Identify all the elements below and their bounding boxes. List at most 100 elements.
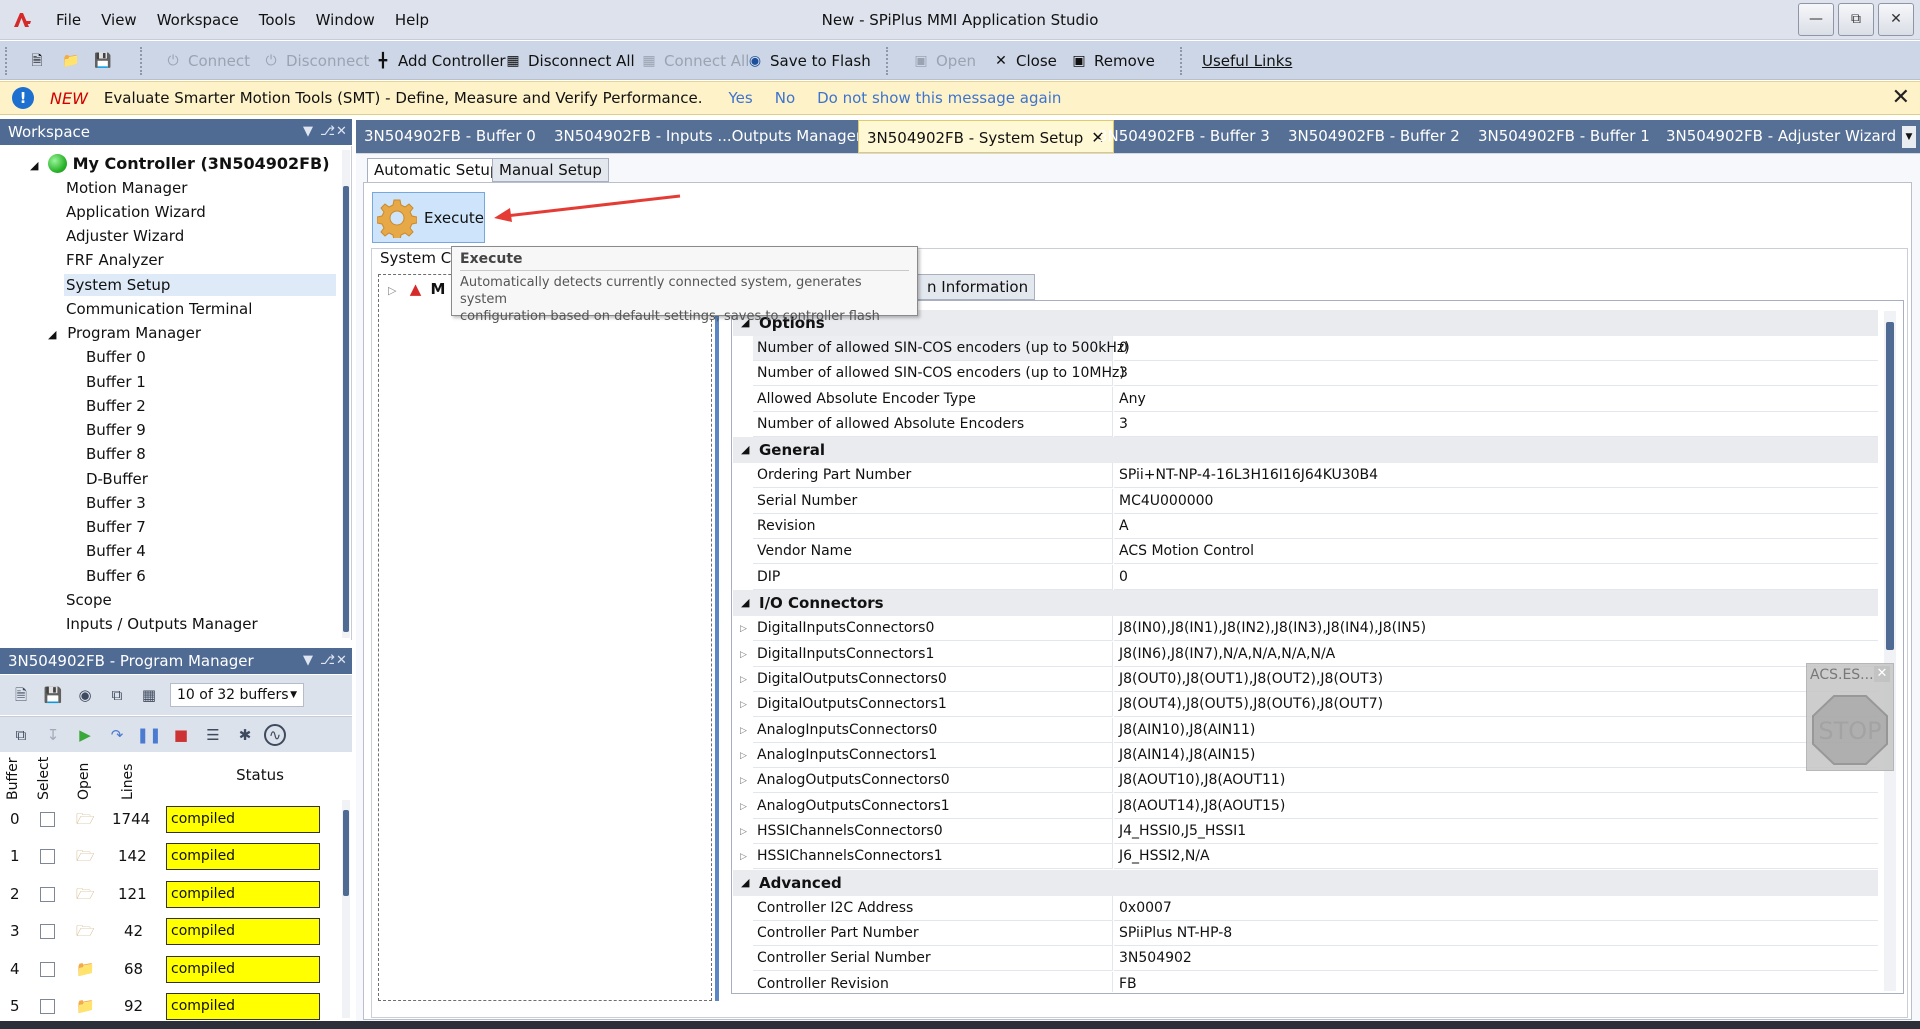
tree-item-buffer[interactable]: Buffer 2 (86, 395, 146, 417)
buffer-count-select[interactable]: 10 of 32 buffers (170, 683, 304, 707)
expand-arrow-icon[interactable]: ▷ (740, 795, 747, 819)
property-value[interactable]: 3 (1114, 412, 1878, 438)
tab-overflow-icon[interactable]: ▼ (1902, 126, 1916, 148)
property-grid-scrollbar-thumb[interactable] (1886, 322, 1894, 650)
tree-item-system-setup[interactable]: System Setup (64, 274, 336, 296)
step-icon[interactable]: ↷ (104, 722, 130, 748)
panel-splitter[interactable] (715, 268, 719, 1001)
property-value[interactable]: J4_HSSI0,J5_HSSI1 (1114, 819, 1878, 844)
property-row[interactable]: ▷ AnalogInputsConnectors1 J8(AIN14),J8(AIN… (733, 742, 1878, 768)
property-row[interactable]: ▷ AnalogOutputsConnectors1 J8(AOUT14),J8(A… (733, 793, 1878, 819)
property-row[interactable]: ▷ DigitalInputsConnectors0 J8(IN0),J8(IN1)… (733, 616, 1878, 642)
collapse-arrow-icon[interactable]: ◢ (48, 328, 56, 341)
restore-button[interactable]: ⧉ (1838, 3, 1874, 36)
close-window-button[interactable]: ✕ (1878, 3, 1914, 36)
select-checkbox[interactable] (40, 887, 55, 902)
tree-item-buffer[interactable]: Buffer 7 (86, 516, 146, 538)
expand-arrow-icon[interactable]: ▷ (740, 643, 747, 667)
property-row[interactable]: Number of allowed SIN-COS encoders (up t… (733, 336, 1878, 361)
property-row[interactable]: Vendor Name ACS Motion Control (733, 539, 1878, 565)
useful-links-button[interactable]: Useful Links (1198, 47, 1296, 75)
property-category[interactable]: ◢ General (733, 437, 1878, 464)
compile-icon[interactable]: ⧉ (8, 722, 34, 748)
expand-arrow-icon[interactable]: ▷ (740, 769, 747, 793)
property-category[interactable]: ◢ Advanced (733, 869, 1878, 896)
close-icon[interactable]: ✕ (1874, 666, 1890, 682)
tab-manual-setup[interactable]: Manual Setup (492, 158, 609, 182)
tab-buffer-0[interactable]: 3N504902FB - Buffer 0 (356, 120, 544, 153)
buffers-icon[interactable]: ▦ (136, 682, 162, 708)
menu-help[interactable]: Help (385, 0, 439, 40)
toolbar-grip[interactable] (1180, 47, 1186, 75)
toolbar-grip[interactable] (5, 47, 11, 75)
property-row[interactable]: Allowed Absolute Encoder Type Any (733, 386, 1878, 412)
save-to-flash-button[interactable]: ◉ Save to Flash (742, 47, 875, 75)
property-value[interactable]: SPiiPlus NT-HP-8 (1114, 921, 1878, 946)
execute-button[interactable]: Execute (372, 192, 485, 243)
save-icon[interactable]: 💾 (40, 682, 66, 708)
folder-icon[interactable]: 📁 (76, 988, 95, 1021)
tree-item-motion-manager[interactable]: Motion Manager (66, 177, 187, 199)
breakpoints-icon[interactable]: ☰ (200, 722, 226, 748)
emergency-stop-widget[interactable]: ACS.ES... ✕ STOP (1806, 663, 1894, 771)
tree-item-adjuster-wizard[interactable]: Adjuster Wizard (66, 225, 184, 247)
scope-icon[interactable]: ∿ (264, 723, 286, 746)
property-row[interactable]: ▷ DigitalInputsConnectors1 J8(IN6),J8(IN7)… (733, 641, 1878, 667)
pin-icon[interactable]: ⎇ (320, 648, 335, 674)
tree-item-buffer[interactable]: Buffer 0 (86, 346, 146, 368)
program-manager-scrollbar-thumb[interactable] (343, 810, 349, 896)
tree-item-buffer[interactable]: Buffer 6 (86, 565, 146, 587)
menu-tools[interactable]: Tools (249, 0, 306, 40)
property-row[interactable]: ▷ HSSIChannelsConnectors0 J4_HSSI0,J5_HSSI… (733, 818, 1878, 844)
expand-arrow-icon[interactable]: ▷ (740, 693, 747, 717)
save-all-icon[interactable]: ◉ (72, 682, 98, 708)
tab-buffer-3[interactable]: 3N504902FB - Buffer 3 (1090, 120, 1278, 153)
expand-arrow-icon[interactable]: ▷ (740, 617, 747, 641)
property-value[interactable]: 0x0007 (1114, 896, 1878, 921)
tree-item-buffer[interactable]: Buffer 1 (86, 371, 146, 393)
new-workspace-button[interactable]: 🗎 (24, 47, 56, 75)
tab-io-manager[interactable]: 3N504902FB - Inputs ...Outputs Manager (546, 120, 870, 153)
expand-arrow-icon[interactable]: ▷ (740, 820, 747, 844)
system-tree-root[interactable]: ▷ ▲ M (388, 280, 445, 298)
folder-icon[interactable]: 📁 (76, 951, 95, 988)
expand-arrow-icon[interactable]: ▷ (740, 744, 747, 768)
property-value[interactable]: J8(AOUT14),J8(AOUT15) (1114, 794, 1878, 819)
select-checkbox[interactable] (40, 962, 55, 977)
tree-item-program-manager[interactable]: ◢ Program Manager (48, 322, 201, 344)
property-row[interactable]: Revision A (733, 514, 1878, 540)
property-row[interactable]: Controller Serial Number 3N504902 (733, 946, 1878, 972)
tab-system-information[interactable]: n Information (906, 274, 1036, 300)
property-value[interactable]: J8(AIN14),J8(AIN15) (1114, 743, 1878, 768)
tree-item-buffer[interactable]: Buffer 4 (86, 540, 146, 562)
expand-arrow-icon[interactable]: ▷ (740, 845, 747, 869)
property-value[interactable]: 3 (1114, 361, 1878, 387)
expand-arrow-icon[interactable]: ▷ (740, 668, 747, 692)
minimize-button[interactable]: — (1798, 3, 1834, 36)
copy-icon[interactable]: ⧉ (104, 682, 130, 708)
property-category[interactable]: ◢ I/O Connectors (733, 590, 1878, 617)
close-icon[interactable]: ✕ (336, 119, 347, 145)
property-row[interactable]: Ordering Part Number SPii+NT-NP-4-16L3H16… (733, 463, 1878, 489)
tree-item-application-wizard[interactable]: Application Wizard (66, 201, 206, 223)
connect-all-button[interactable]: ▦ Connect All (636, 47, 753, 75)
property-value[interactable]: J8(OUT4),J8(OUT5),J8(OUT6),J8(OUT7) (1114, 692, 1878, 718)
collapse-arrow-icon[interactable]: ◢ (30, 159, 38, 172)
expand-arrow-icon[interactable]: ▷ (388, 284, 396, 297)
property-row[interactable]: ▷ DigitalOutputsConnectors1 J8(OUT4),J8(OU… (733, 692, 1878, 718)
property-row[interactable]: Controller I2C Address 0x0007 (733, 895, 1878, 921)
open-folder-icon[interactable]: 🗁 (76, 876, 95, 913)
select-checkbox[interactable] (40, 812, 55, 827)
new-buffer-icon[interactable]: 🗎 (8, 682, 34, 708)
property-row[interactable]: ▷ AnalogInputsConnectors0 J8(AIN10),J8(AIN… (733, 717, 1878, 743)
toolbar-grip[interactable] (140, 47, 146, 75)
property-row[interactable]: Serial Number MC4U000000 (733, 488, 1878, 514)
disconnect-all-button[interactable]: ▦ Disconnect All (500, 47, 639, 75)
close-button[interactable]: ✕ Close (988, 47, 1061, 75)
property-row[interactable]: ▷ DigitalOutputsConnectors0 J8(OUT0),J8(OU… (733, 666, 1878, 692)
tab-buffer-2[interactable]: 3N504902FB - Buffer 2 (1280, 120, 1468, 153)
toolbar-grip[interactable] (886, 47, 892, 75)
property-value[interactable]: 0 (1114, 336, 1878, 361)
open-folder-icon[interactable]: 🗁 (76, 913, 95, 950)
property-row[interactable]: ▷ AnalogOutputsConnectors0 J8(AOUT10),J8(A… (733, 768, 1878, 794)
